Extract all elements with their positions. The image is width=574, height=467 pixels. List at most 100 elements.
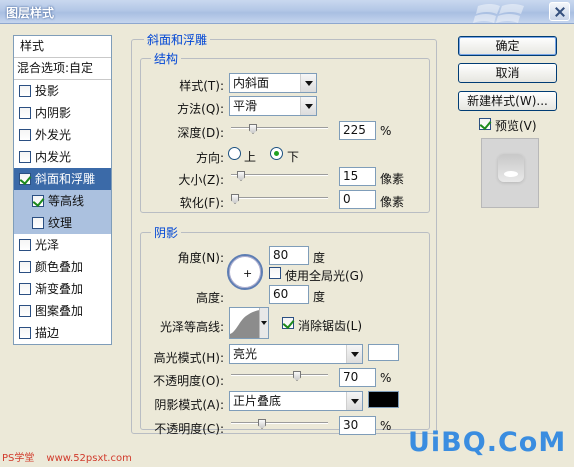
size-slider[interactable]	[231, 171, 328, 181]
style-checkbox[interactable]	[19, 327, 31, 339]
chevron-down-icon	[346, 392, 362, 410]
style-list-item-label: 等高线	[48, 193, 85, 208]
angle-input[interactable]: 80	[269, 246, 309, 265]
depth-slider[interactable]	[231, 124, 328, 134]
angle-dial[interactable]: +	[227, 254, 263, 290]
technique-select[interactable]: 平滑	[229, 96, 317, 116]
style-checkbox[interactable]	[19, 261, 31, 273]
direction-up-radio[interactable]	[228, 147, 241, 160]
size-input[interactable]: 15	[339, 167, 376, 186]
highlight-mode-select[interactable]: 亮光	[229, 344, 363, 364]
style-checkbox[interactable]	[19, 107, 31, 119]
style-list-item[interactable]: 内阴影	[14, 102, 111, 124]
shadow-opacity-slider[interactable]	[231, 419, 328, 429]
style-list-item[interactable]: 图案叠加	[14, 300, 111, 322]
shadow-mode-label: 阴影模式(A):	[154, 398, 224, 412]
anti-aliased-checkbox[interactable]	[282, 317, 294, 329]
highlight-opacity-input[interactable]: 70	[339, 368, 376, 387]
style-checkbox[interactable]	[19, 173, 31, 185]
style-list-item[interactable]: 颜色叠加	[14, 256, 111, 278]
style-list-item-label: 光泽	[35, 237, 60, 252]
watermark-left: PS学堂 www.52psxt.com	[2, 449, 132, 464]
style-checkbox[interactable]	[19, 151, 31, 163]
style-checkbox[interactable]	[32, 195, 44, 207]
slider-thumb[interactable]	[293, 371, 301, 381]
preview-checkbox[interactable]	[479, 118, 491, 130]
soften-unit: 像素	[380, 195, 405, 209]
style-checkbox[interactable]	[32, 217, 44, 229]
ok-button[interactable]: 确定	[458, 36, 557, 56]
direction-up-label[interactable]: 上	[244, 148, 256, 165]
highlight-opacity-label: 不透明度(O):	[153, 374, 224, 388]
style-checkbox[interactable]	[19, 305, 31, 317]
style-list-item[interactable]: 斜面和浮雕	[14, 168, 111, 190]
slider-thumb[interactable]	[231, 194, 239, 204]
style-list-item-label: 颜色叠加	[35, 259, 84, 274]
window-title: 图层样式	[6, 6, 55, 20]
angle-unit: 度	[313, 251, 326, 265]
depth-input[interactable]: 225	[339, 121, 376, 140]
contour-curve-icon	[230, 310, 260, 338]
style-list-item[interactable]: 外发光	[14, 124, 111, 146]
close-button[interactable]	[549, 2, 570, 21]
direction-down-radio[interactable]	[270, 147, 283, 160]
shadow-mode-select[interactable]: 正片叠底	[229, 391, 363, 411]
highlight-mode-value: 亮光	[233, 347, 258, 361]
style-checkbox[interactable]	[19, 283, 31, 295]
chevron-down-icon	[300, 97, 316, 115]
crosshair-icon: +	[243, 267, 253, 280]
altitude-unit: 度	[313, 290, 326, 304]
bevel-style-value: 内斜面	[233, 76, 270, 90]
title-bar: 图层样式	[0, 0, 574, 24]
style-list-item[interactable]: 等高线	[14, 190, 111, 212]
new-style-button[interactable]: 新建样式(W)...	[458, 91, 557, 111]
style-checkbox[interactable]	[19, 129, 31, 141]
shadow-opacity-input[interactable]: 30	[339, 416, 376, 435]
style-checkbox[interactable]	[19, 239, 31, 251]
shadow-opacity-unit: %	[380, 419, 392, 433]
angle-label: 角度(N):	[177, 251, 224, 265]
styles-header[interactable]: 样式	[14, 36, 111, 58]
watermark-brand: UiBQ.CoM	[408, 427, 567, 458]
chevron-down-icon	[346, 345, 362, 363]
technique-label: 方法(Q):	[177, 102, 224, 116]
style-preview	[481, 138, 539, 208]
highlight-opacity-unit: %	[380, 371, 392, 385]
direction-label: 方向:	[195, 151, 224, 165]
shading-title: 阴影	[151, 224, 182, 241]
global-light-checkbox[interactable]	[269, 267, 281, 279]
altitude-input[interactable]: 60	[269, 285, 309, 304]
direction-down-label[interactable]: 下	[287, 148, 299, 165]
slider-thumb[interactable]	[258, 419, 266, 429]
highlight-color-swatch[interactable]	[368, 344, 399, 361]
style-list-item[interactable]: 光泽	[14, 234, 111, 256]
preview-label[interactable]: 预览(V)	[495, 117, 537, 134]
style-list-item-label: 内发光	[35, 149, 72, 164]
shadow-color-swatch[interactable]	[368, 391, 399, 408]
style-checkbox[interactable]	[19, 85, 31, 97]
style-list-item[interactable]: 描边	[14, 322, 111, 344]
bevel-style-select[interactable]: 内斜面	[229, 73, 317, 93]
style-list-item-label: 斜面和浮雕	[35, 171, 96, 186]
soften-input[interactable]: 0	[339, 190, 376, 209]
slider-thumb[interactable]	[249, 124, 257, 134]
highlight-opacity-slider[interactable]	[231, 371, 328, 381]
style-list-item[interactable]: 投影	[14, 80, 111, 102]
shadow-opacity-label: 不透明度(C):	[154, 422, 224, 436]
blending-options-item[interactable]: 混合选项:自定	[14, 58, 111, 80]
cancel-button[interactable]: 取消	[458, 63, 557, 83]
style-list-item[interactable]: 纹理	[14, 212, 111, 234]
gloss-contour-picker[interactable]	[229, 307, 269, 339]
style-list-item[interactable]: 渐变叠加	[14, 278, 111, 300]
chevron-down-icon	[300, 74, 316, 92]
size-unit: 像素	[380, 172, 405, 186]
slider-thumb[interactable]	[237, 171, 245, 181]
gloss-contour-label: 光泽等高线:	[159, 320, 224, 334]
style-list-item-label: 描边	[35, 325, 60, 340]
soften-slider[interactable]	[231, 194, 328, 204]
global-light-label[interactable]: 使用全局光(G)	[285, 267, 364, 284]
anti-aliased-label[interactable]: 消除锯齿(L)	[298, 317, 362, 334]
style-list-item[interactable]: 内发光	[14, 146, 111, 168]
depth-unit: %	[380, 124, 392, 138]
soften-label: 软化(F):	[179, 196, 224, 210]
